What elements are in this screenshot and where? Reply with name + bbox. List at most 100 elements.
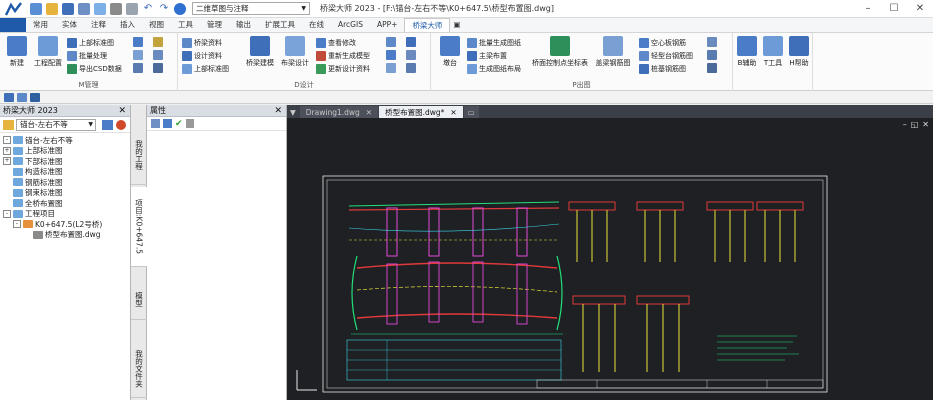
tab-bridge-master[interactable]: 桥梁大师 <box>404 18 451 32</box>
tree-item[interactable]: + 下部标准图 <box>0 156 130 167</box>
assist-button[interactable]: B辅助 <box>735 36 759 68</box>
vtab-my-projects[interactable]: 我的工程 <box>131 125 147 185</box>
tree-toggle-icon[interactable]: + <box>3 146 11 155</box>
tree-item[interactable]: + 上部标准图 <box>0 146 130 157</box>
tab-drawing1[interactable]: Drawing1.dwg ✕ <box>299 106 379 118</box>
print-icon[interactable] <box>110 2 122 15</box>
tree-item[interactable]: - 工程项目 <box>0 209 130 220</box>
update-data-button[interactable]: 更新设计资料 <box>316 63 370 74</box>
main-beam-button[interactable]: 主梁布置 <box>467 50 507 61</box>
close-button[interactable]: ✕ <box>907 0 933 18</box>
new-tab-button[interactable]: ▭ <box>463 106 479 118</box>
tab-home[interactable]: 常用 <box>26 18 55 32</box>
tab-output[interactable]: 输出 <box>229 18 258 32</box>
align-icon[interactable] <box>386 37 396 47</box>
grid-icon[interactable] <box>133 37 143 47</box>
sheet-icon[interactable] <box>153 50 163 60</box>
app-logo-icon[interactable] <box>0 0 28 18</box>
option-icon[interactable] <box>707 50 717 60</box>
abutment-button[interactable]: 墩台 <box>435 36 465 68</box>
more-icon[interactable] <box>707 63 717 73</box>
open-folder-icon[interactable] <box>46 2 58 15</box>
tab-view[interactable]: 视图 <box>142 18 171 32</box>
tree-toggle-icon[interactable]: - <box>3 136 11 145</box>
hollow-rebar-button[interactable]: 空心板钢筋 <box>639 37 686 48</box>
bridge-data-button[interactable]: 桥梁资料 <box>182 37 222 48</box>
tab-manage[interactable]: 管理 <box>200 18 229 32</box>
batch-button[interactable]: 批量处理 <box>67 50 107 61</box>
drawing-canvas[interactable]: – ◱ ✕ <box>287 118 933 400</box>
upper-rebar-button[interactable]: 盖梁钢筋图 <box>593 36 633 68</box>
tab-online[interactable]: 在线 <box>302 18 331 32</box>
tree-item[interactable]: 钢束标准图 <box>0 188 130 199</box>
tab-arcgis[interactable]: ArcGIS <box>331 18 370 32</box>
table-icon[interactable] <box>133 50 143 60</box>
check-icon[interactable]: ✔ <box>175 119 183 129</box>
save-as-icon[interactable] <box>78 2 90 15</box>
redo-icon[interactable]: ↷ <box>158 3 170 15</box>
design-data-button[interactable]: 设计资料 <box>182 50 222 61</box>
upper-std2-button[interactable]: 上部标准图 <box>182 63 229 74</box>
list-icon[interactable] <box>133 63 143 73</box>
plot-icon[interactable] <box>126 2 138 15</box>
ribbon-toggle-button[interactable]: ▣ <box>450 18 463 32</box>
split-icon[interactable] <box>386 50 396 60</box>
tab-insert[interactable]: 插入 <box>113 18 142 32</box>
upper-std-button[interactable]: 上部标准图 <box>67 37 114 48</box>
minimize-button[interactable]: – <box>855 0 881 18</box>
refresh-icon[interactable] <box>116 119 126 130</box>
close-icon[interactable]: ✕ <box>274 106 282 116</box>
batch-gen-button[interactable]: 批量生成图纸 <box>467 37 521 48</box>
maximize-button[interactable]: ☐ <box>881 0 907 18</box>
tree-item[interactable]: 全桥布置图 <box>0 198 130 209</box>
doc-icon[interactable] <box>153 37 163 47</box>
export-csd-button[interactable]: 导出CSD数据 <box>67 63 122 74</box>
bridge-model-button[interactable]: 桥梁建模 <box>242 36 278 68</box>
tree-toggle-icon[interactable]: - <box>13 220 21 229</box>
new-file-icon[interactable] <box>30 2 42 15</box>
tree-toggle-icon[interactable]: - <box>3 209 11 218</box>
tree-item[interactable]: - 锚台-左右不等 <box>0 135 130 146</box>
measure-icon[interactable] <box>406 50 416 60</box>
tab-ext-tools[interactable]: 扩展工具 <box>258 18 302 32</box>
ctrl-point-table-button[interactable]: 桥面控制点坐标表 <box>531 36 589 68</box>
close-icon[interactable]: ✕ <box>450 108 456 117</box>
help-button[interactable]: H帮助 <box>787 36 811 68</box>
project-config-button[interactable]: 工程配置 <box>32 36 64 68</box>
close-icon[interactable]: ✕ <box>118 106 126 116</box>
tools-button[interactable]: T工具 <box>761 36 785 68</box>
tree-item[interactable]: 钢筋标准图 <box>0 177 130 188</box>
tab-tools[interactable]: 工具 <box>171 18 200 32</box>
tab-annotate[interactable]: 注释 <box>84 18 113 32</box>
workspace-select[interactable]: 二维草图与注释 ▼ <box>192 2 310 15</box>
vtab-model[interactable]: 模型 <box>131 280 147 320</box>
tab-menu-button[interactable]: ▼ <box>287 106 299 118</box>
anchor-icon[interactable] <box>406 37 416 47</box>
table-view-icon[interactable] <box>102 119 113 130</box>
tool-icon[interactable] <box>406 63 416 73</box>
category-icon[interactable] <box>163 119 172 128</box>
tab-app-plus[interactable]: APP+ <box>370 18 404 32</box>
project-select[interactable]: 锚台-左右不等 ▼ <box>16 118 96 131</box>
tab-bridge-layout[interactable]: 桥型布置图.dwg* ✕ <box>379 106 463 118</box>
pile-rebar-button[interactable]: 桩基钢筋图 <box>639 63 686 74</box>
undo-icon[interactable]: ↶ <box>142 3 154 15</box>
gen-layout-button[interactable]: 生成图纸布局 <box>467 63 521 74</box>
tree-item[interactable]: - K0+647.5(L2号桥) <box>0 219 130 230</box>
expand-icon[interactable] <box>707 37 717 47</box>
view-modify-button[interactable]: 查看修改 <box>316 37 356 48</box>
vtab-project[interactable]: 项目:K0+647.5 <box>131 187 147 267</box>
delete-icon[interactable] <box>185 119 194 128</box>
tree-toggle-icon[interactable]: + <box>3 157 11 166</box>
vtab-my-folders[interactable]: 我的文件夹 <box>131 340 147 398</box>
data-icon[interactable] <box>153 63 163 73</box>
new-button[interactable]: 新建 <box>2 36 32 68</box>
move-icon[interactable] <box>386 63 396 73</box>
bridge-layer3-icon[interactable] <box>30 92 40 102</box>
light-rebar-button[interactable]: 轻型台钢筋图 <box>639 50 693 61</box>
tree-item[interactable]: 桥型布置图.dwg <box>0 230 130 241</box>
app-menu-button[interactable] <box>0 18 26 32</box>
layout-design-button[interactable]: 布梁设计 <box>278 36 312 68</box>
save-icon[interactable] <box>62 2 74 15</box>
regen-model-button[interactable]: 重新生成模型 <box>316 50 370 61</box>
